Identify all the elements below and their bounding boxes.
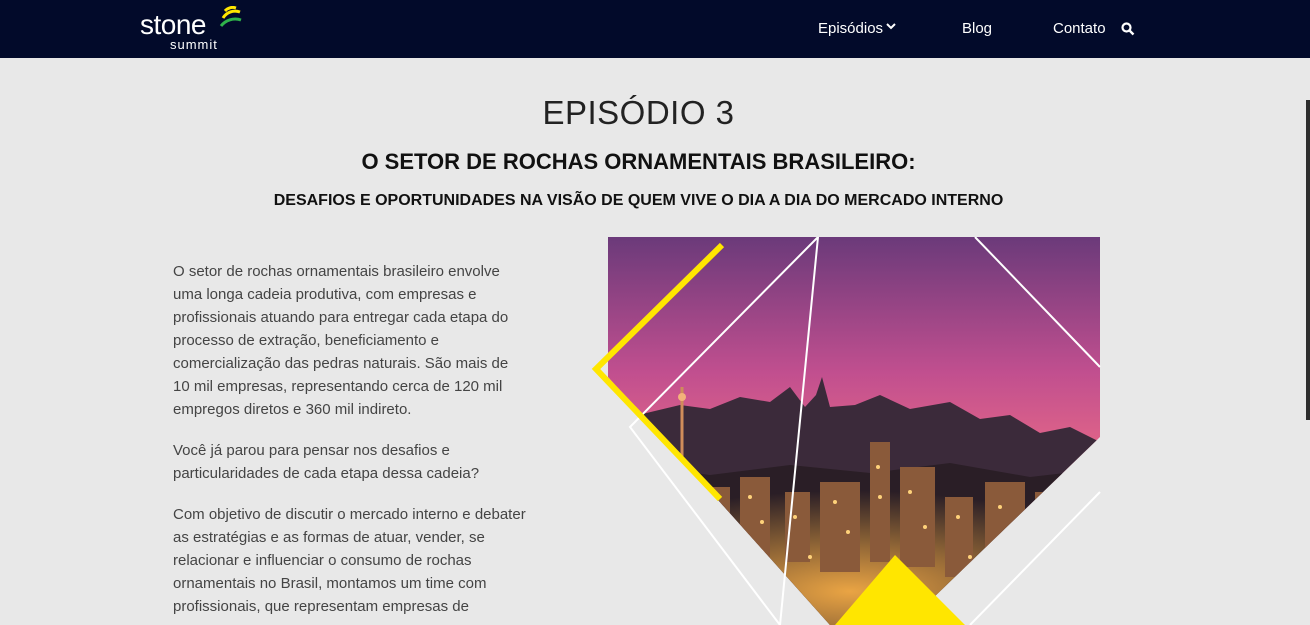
episode-title: EPISÓDIO 3 [542, 94, 735, 131]
top-navbar: stone summit Episódios Blog Contato [0, 0, 1310, 58]
search-icon[interactable] [1121, 22, 1135, 36]
nav-episodios[interactable]: Episódios [818, 19, 883, 39]
logo-subtext: summit [170, 37, 218, 52]
episode-subtitle: O SETOR DE ROCHAS ORNAMENTAIS BRASILEIRO… [361, 149, 916, 174]
nav-blog[interactable]: Blog [962, 19, 992, 39]
paragraph-3: Com objetivo de discutir o mercado inter… [173, 506, 526, 615]
nav-contato[interactable]: Contato [1053, 19, 1106, 39]
episode-tagline: DESAFIOS E OPORTUNIDADES NA VISÃO DE QUE… [273, 192, 1004, 209]
intro-text: O setor de rochas ornamentais brasileiro… [173, 260, 528, 618]
right-edge-strip [1306, 100, 1310, 420]
paragraph-2: Você já parou para pensar nos desafios e… [173, 442, 480, 482]
stone-summit-logo[interactable]: stone summit [140, 6, 250, 54]
logo-wordmark: stone [140, 9, 207, 40]
paragraph-1: O setor de rochas ornamentais brasileiro… [173, 263, 509, 418]
logo-signal-icon [219, 6, 242, 28]
hero-city-image [591, 237, 1101, 625]
chevron-down-icon[interactable] [886, 22, 896, 30]
